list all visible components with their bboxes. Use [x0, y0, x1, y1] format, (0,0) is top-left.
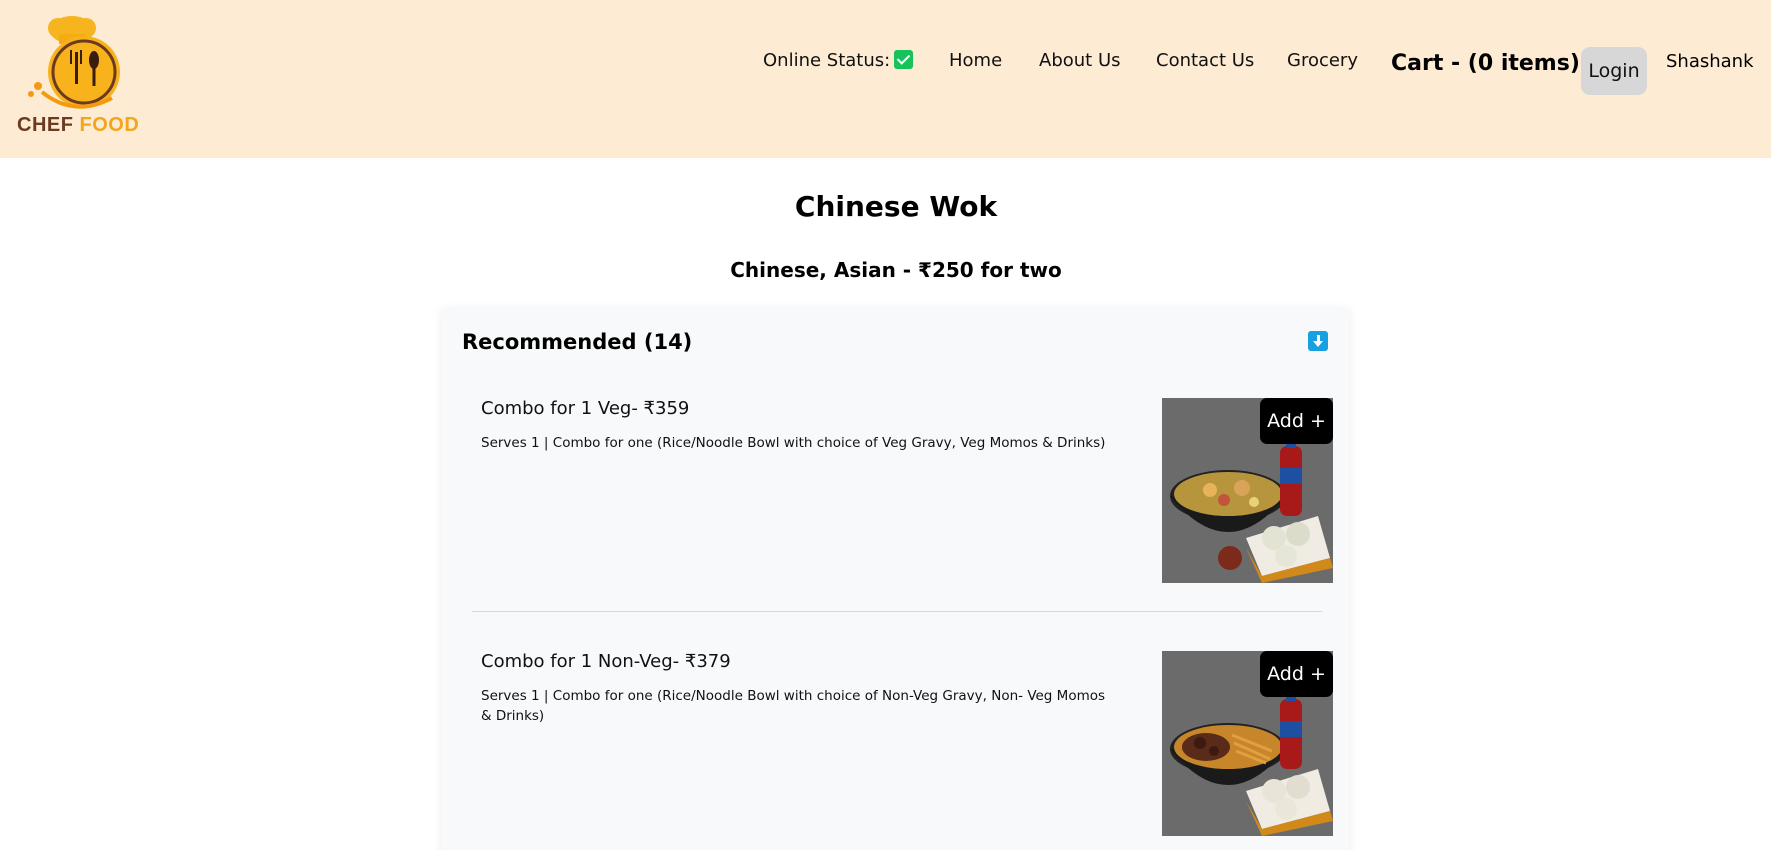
- site-header: CHEF FOOD Online Status: Home About Us C…: [0, 0, 1771, 158]
- menu-item: Combo for 1 Veg- ₹359 Serves 1 | Combo f…: [481, 398, 1333, 583]
- login-button[interactable]: Login: [1581, 47, 1647, 95]
- restaurant-name: Chinese Wok: [794, 190, 998, 223]
- nav-about-link[interactable]: About Us: [1039, 50, 1121, 71]
- item-description: Serves 1 | Combo for one (Rice/Noodle Bo…: [481, 688, 1106, 724]
- user-name: Shashank: [1666, 51, 1754, 72]
- add-to-cart-button[interactable]: Add +: [1260, 651, 1333, 697]
- top-nav: Online Status: Home About Us Contact Us …: [0, 0, 1771, 158]
- item-description: Serves 1 | Combo for one (Rice/Noodle Bo…: [481, 435, 1106, 451]
- online-status-label: Online Status:: [763, 50, 891, 71]
- cart-link[interactable]: Cart - (0 items): [1391, 51, 1580, 76]
- item-divider: [472, 611, 1322, 612]
- menu-item: Combo for 1 Non-Veg- ₹379 Serves 1 | Com…: [481, 651, 1333, 836]
- arrow-down-icon[interactable]: [1308, 331, 1328, 351]
- category-title[interactable]: Recommended (14): [462, 330, 692, 354]
- add-to-cart-button[interactable]: Add +: [1260, 398, 1333, 444]
- menu-category-panel: Recommended (14) Combo for 1 Veg- ₹359 S…: [442, 308, 1349, 850]
- nav-home-link[interactable]: Home: [949, 50, 1002, 71]
- online-status: Online Status:: [763, 50, 914, 71]
- check-icon: [894, 50, 914, 69]
- nav-grocery-link[interactable]: Grocery: [1287, 50, 1358, 71]
- item-image: Add +: [1162, 651, 1333, 836]
- restaurant-meta: Chinese, Asian - ₹250 for two: [730, 258, 1062, 282]
- item-image: Add +: [1162, 398, 1333, 583]
- nav-contact-link[interactable]: Contact Us: [1156, 50, 1254, 71]
